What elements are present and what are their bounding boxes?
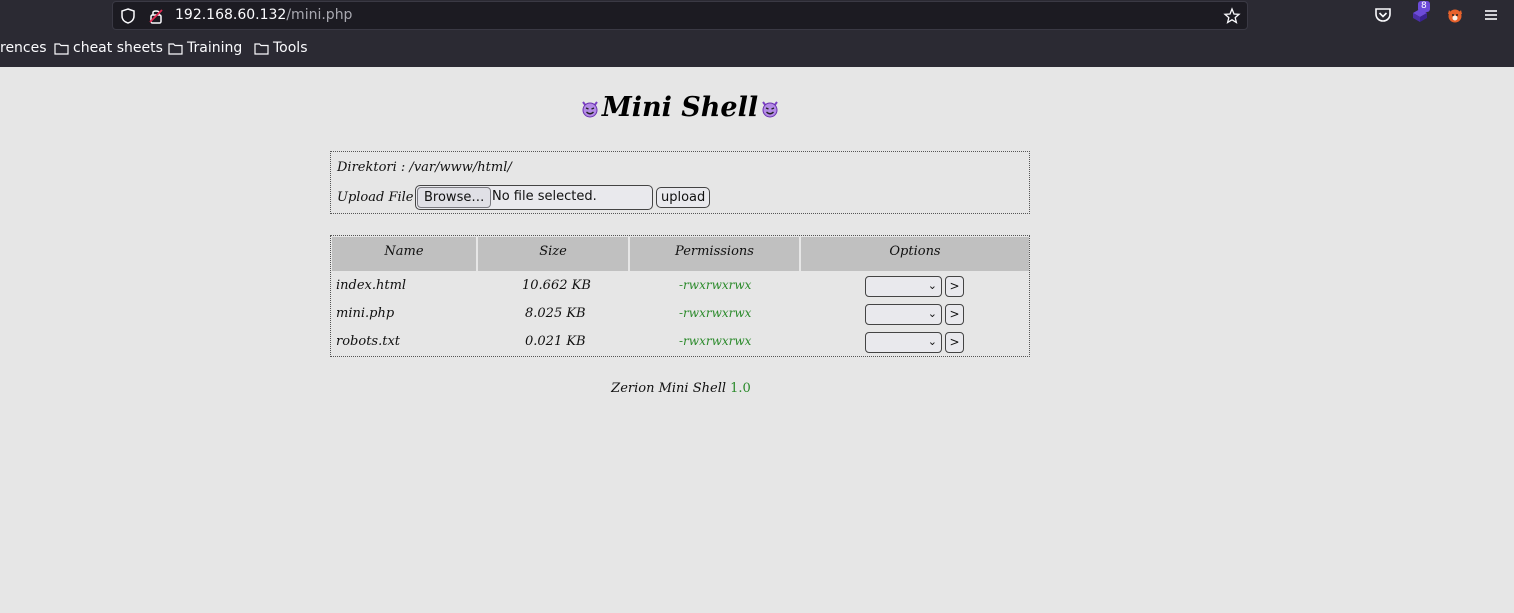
options-select[interactable]: ⌄ bbox=[865, 276, 942, 297]
file-permissions[interactable]: -rwxrwxrwx bbox=[679, 334, 751, 348]
file-status: No file selected. bbox=[492, 189, 597, 204]
url-host: 192.168.60.132 bbox=[175, 7, 287, 23]
column-header-options: Options bbox=[801, 237, 1029, 271]
bookmark-label: cheat sheets bbox=[73, 40, 163, 56]
url-path: /mini.php bbox=[286, 7, 353, 23]
chevron-down-icon: ⌄ bbox=[927, 335, 937, 348]
options-select[interactable]: ⌄ bbox=[865, 304, 942, 325]
chevron-down-icon: ⌄ bbox=[927, 279, 937, 292]
smiling-devil-icon bbox=[762, 100, 778, 117]
column-header-size: Size bbox=[478, 237, 630, 271]
bookmark-star-icon[interactable] bbox=[1223, 7, 1241, 25]
file-name[interactable]: index.html bbox=[336, 278, 406, 293]
table-row: robots.txt 0.021 KB -rwxrwxrwx ⌄ > bbox=[331, 328, 1029, 356]
table-row: mini.php 8.025 KB -rwxrwxrwx ⌄ > bbox=[331, 300, 1029, 328]
foxyproxy-icon[interactable] bbox=[1445, 5, 1465, 25]
bookmark-item-references[interactable]: rences bbox=[0, 40, 47, 56]
page-title-text: Mini Shell bbox=[601, 92, 759, 123]
footer-version: 1.0 bbox=[730, 381, 751, 396]
file-table: Name Size Permissions Options index.html… bbox=[330, 235, 1030, 357]
go-button[interactable]: > bbox=[945, 304, 964, 325]
bookmark-folder-training[interactable]: Training bbox=[168, 40, 242, 56]
file-size: 0.021 KB bbox=[525, 334, 586, 349]
folder-icon bbox=[254, 42, 269, 55]
upload-button[interactable]: upload bbox=[656, 187, 711, 208]
file-size: 8.025 KB bbox=[525, 306, 586, 321]
bookmark-folder-tools[interactable]: Tools bbox=[254, 40, 308, 56]
address-bar[interactable]: 192.168.60.132/mini.php bbox=[112, 1, 1248, 30]
options-select[interactable]: ⌄ bbox=[865, 332, 942, 353]
bookmark-label: Tools bbox=[273, 40, 308, 56]
folder-icon bbox=[54, 42, 69, 55]
go-button[interactable]: > bbox=[945, 276, 964, 297]
table-row: index.html 10.662 KB -rwxrwxrwx ⌄ > bbox=[331, 272, 1029, 300]
folder-icon bbox=[168, 42, 183, 55]
file-name[interactable]: robots.txt bbox=[336, 334, 400, 349]
go-button[interactable]: > bbox=[945, 332, 964, 353]
column-header-name: Name bbox=[332, 237, 478, 271]
browser-chrome: 192.168.60.132/mini.php 8 rences cheat s… bbox=[0, 0, 1514, 67]
file-size: 10.662 KB bbox=[522, 278, 591, 293]
bookmark-label: Training bbox=[187, 40, 243, 56]
file-permissions[interactable]: -rwxrwxrwx bbox=[679, 306, 751, 320]
file-input[interactable]: Browse… No file selected. bbox=[415, 185, 653, 210]
column-header-permissions: Permissions bbox=[630, 237, 801, 271]
directory-path: Direktori : /var/www/html/ bbox=[337, 160, 512, 175]
smiling-devil-icon bbox=[582, 100, 598, 117]
pocket-icon[interactable] bbox=[1373, 5, 1393, 25]
file-name[interactable]: mini.php bbox=[336, 306, 394, 321]
hamburger-menu-icon[interactable] bbox=[1481, 5, 1501, 25]
bookmark-folder-cheat-sheets[interactable]: cheat sheets bbox=[54, 40, 163, 56]
bookmark-label: rences bbox=[0, 40, 47, 56]
url-text[interactable]: 192.168.60.132/mini.php bbox=[175, 7, 352, 23]
footer: Zerion Mini Shell 1.0 bbox=[0, 381, 1362, 396]
file-permissions[interactable]: -rwxrwxrwx bbox=[679, 278, 751, 292]
chevron-down-icon: ⌄ bbox=[927, 307, 937, 320]
page-title: Mini Shell bbox=[0, 92, 1360, 123]
shield-icon[interactable] bbox=[119, 7, 137, 25]
extension-badge: 8 bbox=[1418, 1, 1430, 12]
footer-text: Zerion Mini Shell bbox=[611, 381, 727, 396]
directory-upload-panel: Direktori : /var/www/html/ Upload File :… bbox=[330, 151, 1030, 214]
upload-label: Upload File : bbox=[337, 190, 423, 205]
browse-button[interactable]: Browse… bbox=[417, 187, 492, 208]
insecure-lock-icon[interactable] bbox=[147, 7, 165, 25]
